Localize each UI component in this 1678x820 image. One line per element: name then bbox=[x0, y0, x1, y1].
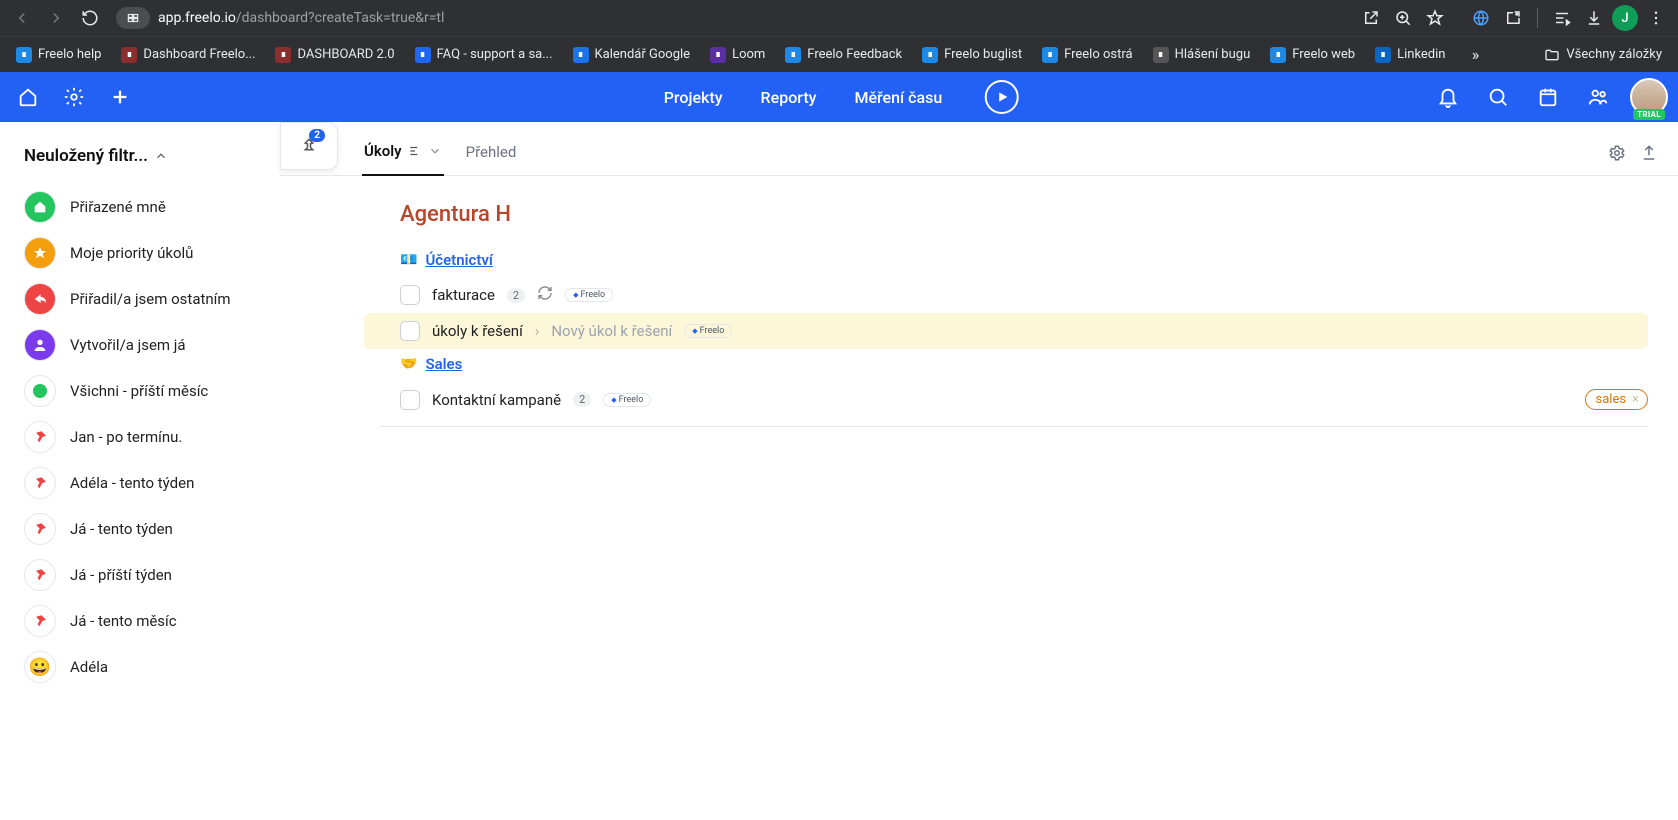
recurring-icon bbox=[537, 285, 553, 305]
task-tag[interactable]: sales× bbox=[1585, 389, 1649, 410]
app-top-bar: Projekty Reporty Měření času TRIAL bbox=[0, 72, 1678, 122]
trial-badge: TRIAL bbox=[1633, 109, 1665, 120]
task-row[interactable]: fakturace 2 Freelo bbox=[280, 277, 1678, 313]
search-icon[interactable] bbox=[1480, 79, 1516, 115]
sidebar-item[interactable]: 😀Adéla bbox=[18, 644, 270, 690]
profile-avatar[interactable]: J bbox=[1612, 5, 1638, 31]
sidebar-item[interactable]: Já - příští týden bbox=[18, 552, 270, 598]
bookmark-item[interactable]: ∎DASHBOARD 2.0 bbox=[267, 43, 402, 67]
sidebar-item[interactable]: Já - tento měsíc bbox=[18, 598, 270, 644]
bell-icon[interactable] bbox=[1430, 79, 1466, 115]
main-content: 2 Úkoly Přehled Agentura H 💶Účetnictvífa… bbox=[280, 122, 1678, 820]
url-host: app.freelo.io bbox=[158, 10, 236, 26]
task-checkbox[interactable] bbox=[400, 321, 420, 341]
bookmark-item[interactable]: ∎Freelo Feedback bbox=[777, 43, 910, 67]
list-icon bbox=[408, 144, 422, 158]
task-title: Kontaktní kampaně bbox=[432, 391, 561, 409]
main-nav: Projekty Reporty Měření času bbox=[660, 80, 1019, 114]
user-avatar[interactable]: TRIAL bbox=[1630, 78, 1668, 116]
zoom-icon[interactable] bbox=[1389, 4, 1417, 32]
timer-play-button[interactable] bbox=[984, 80, 1018, 114]
divider bbox=[380, 426, 1648, 427]
sidebar-item[interactable]: Přiřadil/a jsem ostatním bbox=[18, 276, 270, 322]
download-icon[interactable] bbox=[1580, 4, 1608, 32]
bookmark-item[interactable]: ∎Hlášení bugu bbox=[1145, 43, 1259, 67]
settings-icon[interactable] bbox=[1608, 144, 1626, 166]
extension-globe-icon[interactable] bbox=[1467, 4, 1495, 32]
filter-title: Neuložený filtr... bbox=[24, 146, 148, 166]
sidebar-item[interactable]: Moje priority úkolů bbox=[18, 230, 270, 276]
sidebar-item[interactable]: Vytvořil/a jsem já bbox=[18, 322, 270, 368]
task-checkbox[interactable] bbox=[400, 390, 420, 410]
forward-button[interactable] bbox=[42, 4, 70, 32]
sidebar-item[interactable]: Všichni - příští měsíc bbox=[18, 368, 270, 414]
bookmark-item[interactable]: ∎Freelo web bbox=[1262, 43, 1363, 67]
calendar-icon[interactable] bbox=[1530, 79, 1566, 115]
bookmarks-bar: ∎Freelo help∎Dashboard Freelo...∎DASHBOA… bbox=[0, 36, 1678, 72]
assignee-chip[interactable]: Freelo bbox=[684, 324, 732, 338]
project-title[interactable]: Agentura H bbox=[280, 176, 1678, 245]
browser-toolbar: app.freelo.io/dashboard?createTask=true&… bbox=[0, 0, 1678, 36]
bookmark-item[interactable]: ∎FAQ - support a sa... bbox=[407, 43, 561, 67]
nav-reporty[interactable]: Reporty bbox=[757, 82, 821, 113]
tabs: Úkoly Přehled bbox=[280, 122, 1678, 176]
chevron-up-icon bbox=[154, 149, 168, 163]
sidebar-item[interactable]: Přiřazené mně bbox=[18, 184, 270, 230]
assignee-chip[interactable]: Freelo bbox=[603, 393, 651, 407]
task-title: fakturace bbox=[432, 286, 495, 304]
address-bar[interactable]: app.freelo.io/dashboard?createTask=true&… bbox=[158, 10, 444, 26]
task-checkbox[interactable] bbox=[400, 285, 420, 305]
bookmark-item[interactable]: ∎Freelo help bbox=[8, 43, 109, 67]
bookmark-item[interactable]: ∎Freelo ostrá bbox=[1034, 43, 1141, 67]
tab-prehled[interactable]: Přehled bbox=[464, 135, 519, 175]
bookmark-item[interactable]: ∎Freelo buglist bbox=[914, 43, 1030, 67]
sidebar-item[interactable]: Já - tento týden bbox=[18, 506, 270, 552]
reload-button[interactable] bbox=[76, 4, 104, 32]
sidebar-item[interactable]: Adéla - tento týden bbox=[18, 460, 270, 506]
tag-remove-icon[interactable]: × bbox=[1632, 392, 1639, 407]
chevron-right-icon: › bbox=[535, 322, 540, 340]
task-title: úkoly k řešení bbox=[432, 322, 523, 340]
site-info-button[interactable] bbox=[116, 7, 150, 29]
extensions-icon[interactable] bbox=[1499, 4, 1527, 32]
subtask-title: Nový úkol k řešení bbox=[551, 322, 672, 340]
section-header[interactable]: 🤝Sales bbox=[280, 349, 1678, 381]
people-icon[interactable] bbox=[1580, 79, 1616, 115]
sidebar-item[interactable]: Jan - po termínu. bbox=[18, 414, 270, 460]
task-row[interactable]: úkoly k řešení › Nový úkol k řešení Freelo bbox=[364, 313, 1648, 349]
filter-header[interactable]: Neuložený filtr... bbox=[18, 142, 270, 184]
back-button[interactable] bbox=[8, 4, 36, 32]
task-count: 2 bbox=[507, 288, 525, 303]
home-icon[interactable] bbox=[10, 79, 46, 115]
url-path: /dashboard?createTask=true&r=tl bbox=[236, 10, 445, 26]
nav-projekty[interactable]: Projekty bbox=[660, 82, 727, 113]
bookmarks-overflow-icon[interactable]: » bbox=[1461, 45, 1489, 64]
section-header[interactable]: 💶Účetnictví bbox=[280, 245, 1678, 277]
bookmark-item[interactable]: ∎Kalendář Google bbox=[565, 43, 699, 67]
sidebar: Neuložený filtr... Přiřazené mněMoje pri… bbox=[0, 122, 280, 820]
tab-ukoly[interactable]: Úkoly bbox=[362, 134, 444, 176]
playlist-icon[interactable] bbox=[1548, 4, 1576, 32]
plus-icon[interactable] bbox=[102, 79, 138, 115]
bookmark-item[interactable]: ∎Linkedin bbox=[1367, 43, 1453, 67]
bookmark-item[interactable]: ∎Loom bbox=[702, 43, 773, 67]
bookmark-item[interactable]: ∎Dashboard Freelo... bbox=[113, 43, 263, 67]
open-external-icon[interactable] bbox=[1357, 4, 1385, 32]
export-icon[interactable] bbox=[1640, 144, 1658, 166]
gear-icon[interactable] bbox=[56, 79, 92, 115]
task-row[interactable]: Kontaktní kampaně 2 Freelo sales× bbox=[280, 381, 1678, 418]
chevron-down-icon bbox=[428, 144, 442, 158]
star-icon[interactable] bbox=[1421, 4, 1449, 32]
assignee-chip[interactable]: Freelo bbox=[565, 288, 613, 302]
task-count: 2 bbox=[573, 392, 591, 407]
nav-mereni[interactable]: Měření času bbox=[850, 82, 946, 113]
all-bookmarks-button[interactable]: Všechny záložky bbox=[1536, 43, 1670, 67]
kebab-menu-icon[interactable] bbox=[1642, 4, 1670, 32]
